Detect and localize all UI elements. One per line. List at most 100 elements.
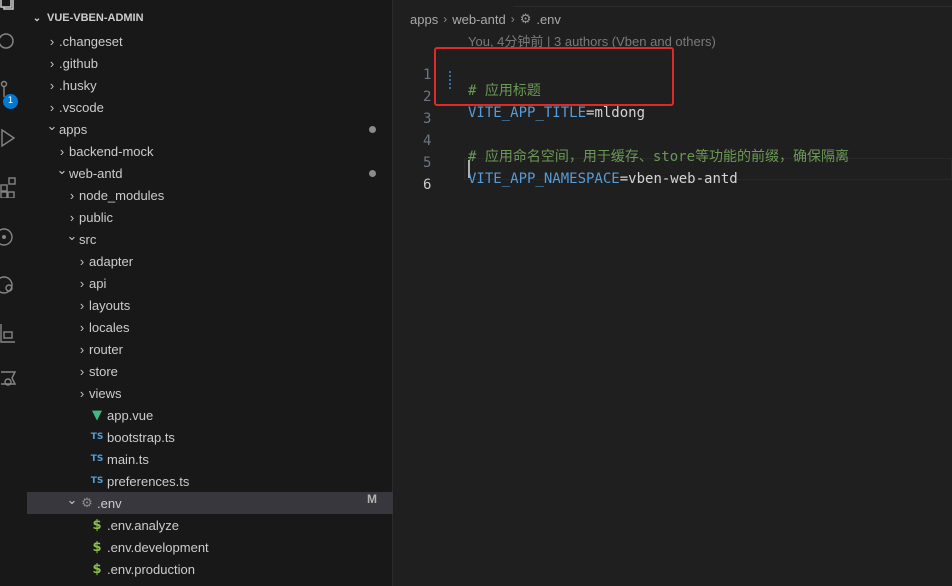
tree-item[interactable]: › .changeset xyxy=(27,30,393,52)
chevron-right-icon: › xyxy=(59,143,65,159)
tree-item-label: .env.production xyxy=(107,561,195,577)
tree-item-label: bootstrap.ts xyxy=(107,429,175,445)
tree-item-label: main.ts xyxy=(107,451,149,467)
tree-item-label: public xyxy=(79,209,113,225)
tree-item[interactable]: TS bootstrap.ts xyxy=(27,426,393,448)
chevron-right-icon: › xyxy=(79,363,85,379)
tree-item[interactable]: $ .env.development xyxy=(27,536,393,558)
chevron-right-icon: › xyxy=(49,99,55,115)
gear-icon: ⚙ xyxy=(519,11,532,26)
env-file-icon: $ xyxy=(92,561,102,577)
tree-item-label: .vscode xyxy=(59,99,104,115)
chevron-down-icon: ⌄ xyxy=(66,228,78,243)
breadcrumb-item-web-antd[interactable]: web-antd xyxy=(452,12,505,27)
env-file-icon: $ xyxy=(92,539,102,555)
extensions-icon[interactable] xyxy=(0,176,16,198)
tree-item[interactable]: › adapter xyxy=(27,250,393,272)
chevron-right-icon: › xyxy=(49,55,55,71)
tree-item[interactable]: TS main.ts xyxy=(27,448,393,470)
chevron-right-icon: › xyxy=(79,319,85,335)
git-graph-icon[interactable] xyxy=(0,226,16,248)
chevron-down-icon: ⌄ xyxy=(66,492,78,507)
tree-item-label: apps xyxy=(59,121,88,137)
tree-item[interactable]: $ .env.analyze xyxy=(27,514,393,536)
tree-item[interactable]: TS preferences.ts xyxy=(27,470,393,492)
editor: apps › web-antd › ⚙ .env You, 4分钟前 | 3 a… xyxy=(393,0,952,586)
chevron-right-icon: › xyxy=(443,12,448,26)
explorer-root-title: VUE-VBEN-ADMIN xyxy=(47,12,144,24)
chevron-right-icon: › xyxy=(49,77,55,93)
chevron-down-icon: ⌄ xyxy=(32,12,42,24)
tree-item[interactable]: › router xyxy=(27,338,393,360)
explorer-icon[interactable] xyxy=(0,0,16,16)
tree-item-label: views xyxy=(89,385,122,401)
tree-item[interactable]: › node_modules xyxy=(27,184,393,206)
tree-item-label: src xyxy=(79,231,97,247)
tree-item-label: .husky xyxy=(59,77,97,93)
git-status-badge: M xyxy=(367,492,377,506)
vue-file-icon: ▼ xyxy=(92,407,102,423)
tree-item[interactable]: › .husky xyxy=(27,74,393,96)
tree-item-label: .github xyxy=(59,55,99,71)
chevron-right-icon: › xyxy=(79,385,85,401)
typescript-file-icon: TS xyxy=(90,432,104,442)
testing-icon[interactable] xyxy=(0,322,16,344)
tree-item[interactable]: › public xyxy=(27,206,393,228)
chevron-right-icon: › xyxy=(69,209,75,225)
tree-item-label: preferences.ts xyxy=(107,473,190,489)
tree-item[interactable]: › locales xyxy=(27,316,393,338)
tree-item-label: store xyxy=(89,363,118,379)
database-icon[interactable] xyxy=(0,368,16,390)
tree-item-label: api xyxy=(89,275,107,291)
gear-icon: ⚙ xyxy=(81,495,93,511)
chevron-right-icon: › xyxy=(49,33,55,49)
tree-item[interactable]: › backend-mock xyxy=(27,140,393,162)
tree-item-label: .changeset xyxy=(59,33,123,49)
run-debug-icon[interactable] xyxy=(0,128,16,150)
chevron-down-icon: ⌄ xyxy=(46,118,58,133)
tree-item[interactable]: ⌄ ⚙ .env M xyxy=(27,492,393,514)
chevron-down-icon: ⌄ xyxy=(56,162,68,177)
chevron-right-icon: › xyxy=(79,253,85,269)
chevron-right-icon: › xyxy=(69,187,75,203)
scm-badge: 1 xyxy=(3,94,18,109)
chevron-right-icon: › xyxy=(79,341,85,357)
tree-item[interactable]: › layouts xyxy=(27,294,393,316)
breadcrumb-item-env[interactable]: .env xyxy=(536,12,561,27)
tree-item-label: backend-mock xyxy=(69,143,154,159)
tree-item[interactable]: › views xyxy=(27,382,393,404)
tree-item-label: web-antd xyxy=(69,165,123,181)
modified-indicator xyxy=(369,170,376,177)
tree-item[interactable]: › .vscode xyxy=(27,96,393,118)
tree-item-label: adapter xyxy=(89,253,134,269)
code-line-4[interactable]: 4 # 应用命名空间，用于缓存、store等功能的前缀，确保隔离 xyxy=(393,114,952,165)
code-line-5[interactable]: 5 VITE_APP_NAMESPACE=vben-web-antd xyxy=(393,136,952,187)
env-file-icon: $ xyxy=(92,517,102,533)
activity-bar: 1 xyxy=(0,0,27,586)
annotation-highlight-box xyxy=(434,47,674,106)
code-line-6[interactable]: 6 xyxy=(393,158,952,193)
chevron-right-icon: › xyxy=(79,275,85,291)
remote-icon[interactable] xyxy=(0,274,16,296)
search-icon[interactable] xyxy=(0,32,16,54)
tree-item[interactable]: $ .env.production xyxy=(27,558,393,580)
explorer-sidebar: ⌄ VUE-VBEN-ADMIN › .changeset › .github › .hu… xyxy=(27,0,393,586)
tree-item[interactable]: ▼ app.vue xyxy=(27,404,393,426)
tree-item[interactable]: › api xyxy=(27,272,393,294)
tree-item[interactable]: ⌄ apps xyxy=(27,118,393,140)
editor-divider xyxy=(513,6,952,7)
modified-indicator xyxy=(369,126,376,133)
tree-item[interactable]: ⌄ web-antd xyxy=(27,162,393,184)
line-number: 6 xyxy=(423,177,432,193)
tree-item-label: router xyxy=(89,341,123,357)
explorer-root-header[interactable]: ⌄ VUE-VBEN-ADMIN xyxy=(27,8,393,28)
tree-item-label: app.vue xyxy=(107,407,154,423)
breadcrumb-item-apps[interactable]: apps xyxy=(410,12,438,27)
tree-item[interactable]: › .github xyxy=(27,52,393,74)
tree-item-label: node_modules xyxy=(79,187,165,203)
chevron-right-icon: › xyxy=(79,297,85,313)
tree-item-label: .env xyxy=(97,495,122,511)
tree-item[interactable]: ⌄ src xyxy=(27,228,393,250)
tree-item[interactable]: › store xyxy=(27,360,393,382)
tree-item-label: layouts xyxy=(89,297,131,313)
